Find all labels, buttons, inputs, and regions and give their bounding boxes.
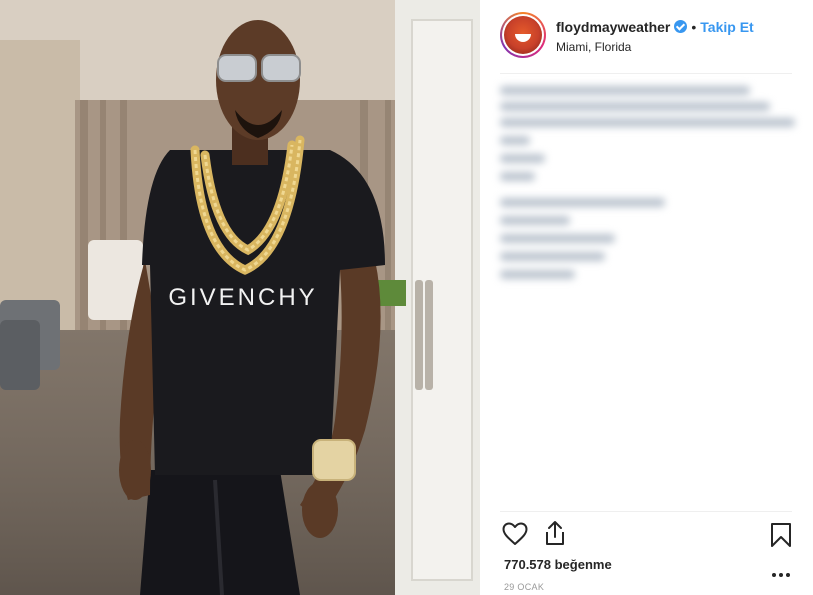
- more-options-icon[interactable]: [771, 565, 791, 583]
- user-line: floydmayweather • Takip Et: [556, 19, 754, 35]
- post-date[interactable]: 29 OCAK: [504, 582, 544, 592]
- avatar-image: [504, 16, 542, 54]
- likes-count[interactable]: 770.578 beğenme: [504, 557, 612, 572]
- separator-dot: •: [691, 19, 697, 35]
- post-header: floydmayweather • Takip Et Miami, Florida: [500, 12, 792, 74]
- post-photo-illustration: GIVENCHY: [0, 0, 480, 595]
- post-photo[interactable]: GIVENCHY: [0, 0, 480, 595]
- share-icon[interactable]: [543, 520, 567, 551]
- blurred-caption: [496, 80, 796, 295]
- verified-badge-icon: [674, 20, 688, 33]
- post-details-panel: floydmayweather • Takip Et Miami, Florida: [480, 0, 813, 595]
- avatar[interactable]: [500, 12, 546, 58]
- actions-divider: [500, 511, 792, 512]
- bookmark-icon[interactable]: [770, 522, 792, 553]
- heart-icon[interactable]: [502, 522, 528, 551]
- shirt-print: GIVENCHY: [168, 284, 317, 311]
- location-link[interactable]: Miami, Florida: [556, 40, 631, 54]
- username-link[interactable]: floydmayweather: [556, 19, 670, 35]
- follow-button[interactable]: Takip Et: [700, 19, 753, 35]
